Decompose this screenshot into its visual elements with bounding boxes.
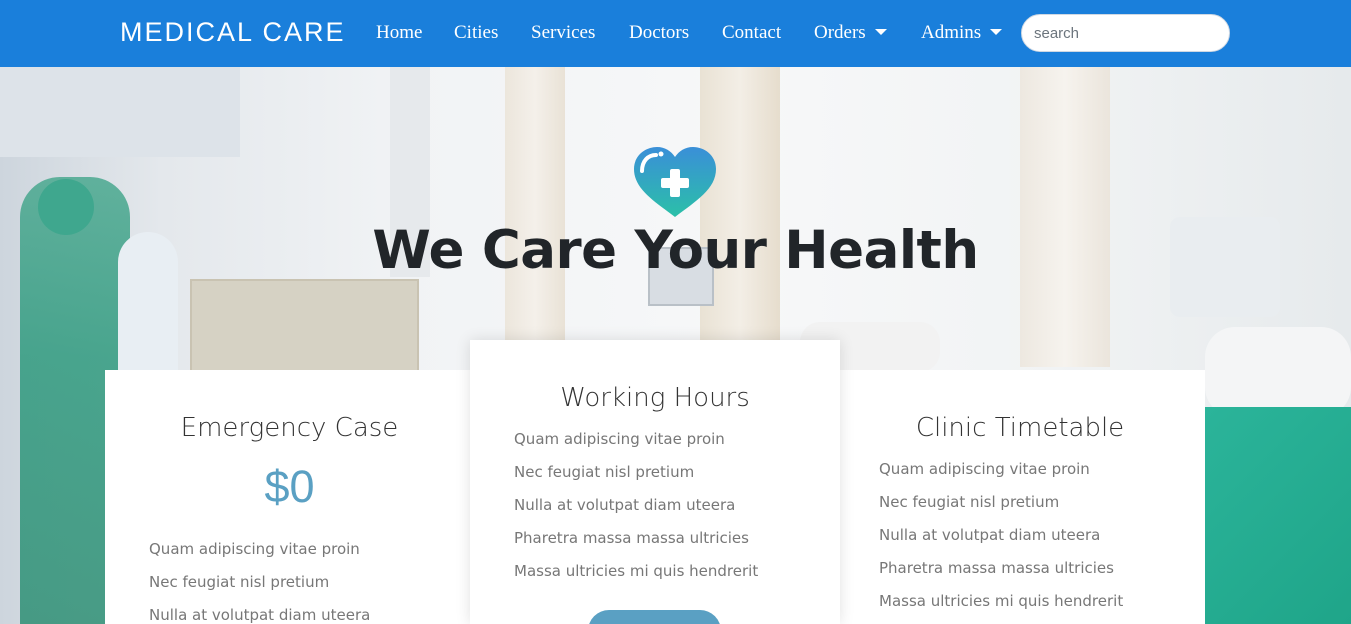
list-item: Quam adipiscing vitae proin	[879, 460, 1090, 478]
nav-services-link[interactable]: Services	[531, 22, 595, 44]
nav-admins-label: Admins	[921, 22, 982, 43]
hours-item-list: Quam adipiscing vitae proin Nec feugiat …	[514, 423, 758, 588]
chevron-down-icon	[874, 28, 887, 35]
list-item: Nec feugiat nisl pretium	[514, 463, 695, 481]
brand-logo-text[interactable]: MEDICAL CARE	[120, 17, 346, 48]
working-hours-card: Working Hours Quam adipiscing vitae proi…	[470, 340, 840, 624]
list-item: Pharetra massa massa ultricies	[879, 559, 1114, 577]
nav-orders-label: Orders	[814, 22, 866, 43]
hero-section: We Care Your Health Emergency Case $0 Qu…	[0, 67, 1351, 624]
emergency-case-card: Emergency Case $0 Quam adipiscing vitae …	[105, 370, 474, 624]
list-item: Pharetra massa massa ultricies	[514, 529, 749, 547]
search-input[interactable]	[1021, 14, 1230, 52]
chevron-down-icon	[990, 28, 1003, 35]
list-item: Massa ultricies mi quis hendrerit	[514, 562, 759, 580]
list-item: Quam adipiscing vitae proin	[514, 430, 725, 448]
list-item: Nec feugiat nisl pretium	[149, 573, 330, 591]
list-item: Nulla at volutpat diam uteera	[149, 606, 371, 624]
list-item: Nec feugiat nisl pretium	[879, 493, 1060, 511]
timetable-item-list: Quam adipiscing vitae proin Nec feugiat …	[879, 453, 1123, 618]
list-item: Massa ultricies mi quis hendrerit	[879, 592, 1124, 610]
nav-cities-link[interactable]: Cities	[454, 22, 498, 44]
hero-title: We Care Your Health	[372, 220, 979, 281]
list-item: Nulla at volutpat diam uteera	[514, 496, 736, 514]
nav-orders-dropdown[interactable]: Orders	[814, 22, 887, 44]
nav-admins-dropdown[interactable]: Admins	[921, 22, 1003, 44]
navbar: MEDICAL CARE Home Cities Services Doctor…	[0, 0, 1351, 67]
card-title: Clinic Timetable	[915, 413, 1125, 443]
nav-contact-link[interactable]: Contact	[722, 22, 781, 44]
nav-home-link[interactable]: Home	[376, 22, 422, 44]
list-item: Nulla at volutpat diam uteera	[879, 526, 1101, 544]
emergency-item-list: Quam adipiscing vitae proin Nec feugiat …	[149, 533, 370, 624]
card-title: Working Hours	[560, 383, 750, 413]
price-value: $0	[264, 461, 315, 512]
heart-plus-icon	[632, 147, 718, 219]
list-item: Quam adipiscing vitae proin	[149, 540, 360, 558]
get-started-button[interactable]: Get Started	[588, 610, 721, 624]
nav-doctors-link[interactable]: Doctors	[629, 22, 689, 44]
card-title: Emergency Case	[180, 413, 399, 443]
clinic-timetable-card: Clinic Timetable Quam adipiscing vitae p…	[835, 370, 1205, 624]
